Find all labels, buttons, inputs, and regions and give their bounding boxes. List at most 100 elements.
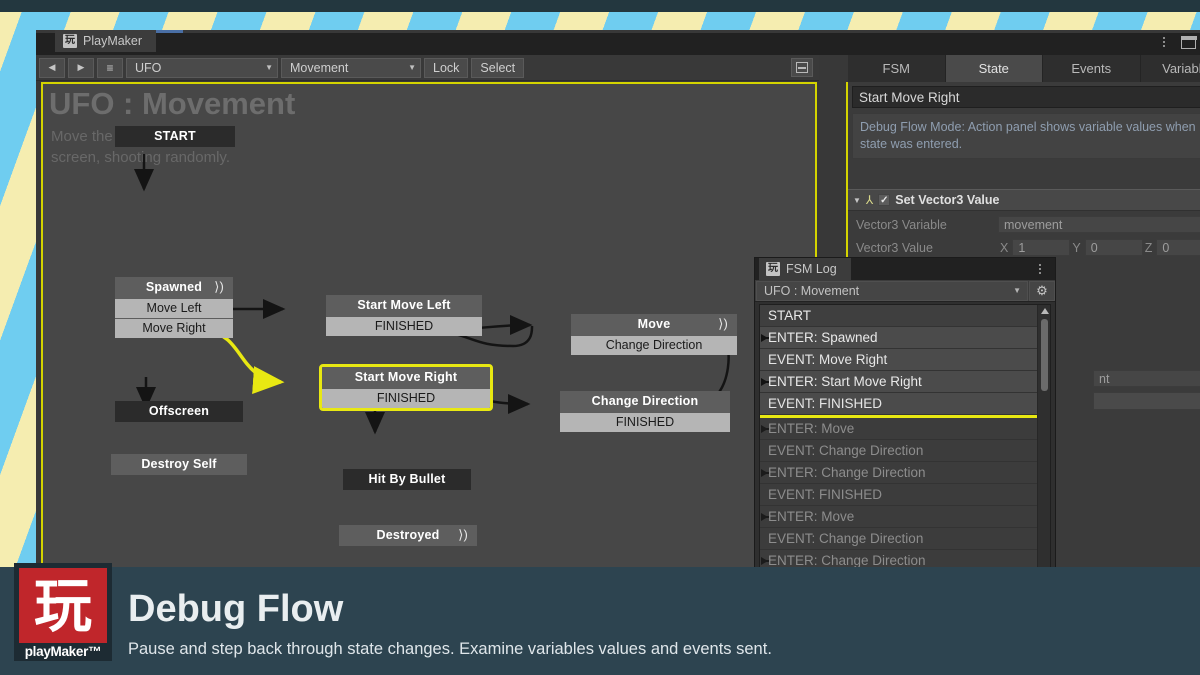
state-name-input[interactable]: Start Move Right (852, 86, 1200, 108)
node-spawned[interactable]: Spawned ⟩) Move Left Move Right (115, 277, 233, 338)
node-start-move-left-event-0[interactable]: FINISHED (326, 316, 482, 336)
playmaker-logo-icon: 玩 (63, 34, 77, 48)
node-start-title: START (115, 126, 235, 147)
page-title: UFO : Movement (49, 86, 296, 121)
fsm-selector-dropdown[interactable]: Movement ▼ (281, 57, 421, 78)
playmaker-logo: 玩 playMaker™ (14, 563, 112, 661)
log-entry-text: EVENT: Change Direction (768, 443, 924, 458)
node-start-move-right-event-0[interactable]: FINISHED (322, 388, 490, 408)
playmaker-wordmark: playMaker™ (24, 644, 102, 659)
fsm-log-window: 玩 FSM Log UFO : Movement ▼ ⚙ START ENTER… (755, 258, 1055, 575)
lock-button[interactable]: Lock (424, 57, 469, 78)
node-destroyed-label: Destroyed (376, 528, 440, 542)
nav-forward-button[interactable]: ▶ (68, 57, 94, 78)
gear-icon[interactable]: ⚙ (1029, 280, 1055, 301)
chevron-down-icon: ▼ (1013, 286, 1021, 295)
hamburger-menu-icon[interactable]: ≡ (97, 57, 123, 78)
vector3-y-field[interactable]: 0 (1084, 239, 1143, 256)
vector3-variable-field[interactable]: movement (998, 216, 1200, 233)
chevron-down-icon: ▼ (408, 63, 416, 72)
node-change-direction-title: Change Direction (560, 391, 730, 412)
log-entry-enter-move-2[interactable]: ENTER: Move (760, 506, 1050, 528)
editor-toolbar: ◀ ▶ ≡ UFO ▼ Movement ▼ Lock Select (36, 55, 819, 81)
fsm-graph-canvas[interactable]: UFO : Movement Move the UFO across the s… (41, 82, 817, 575)
log-entry-text: EVENT: Move Right (768, 352, 888, 367)
tab-playmaker[interactable]: 玩 PlayMaker (55, 30, 157, 52)
enter-arrow-icon (761, 513, 769, 521)
y-axis-label: Y (1072, 240, 1081, 255)
select-button[interactable]: Select (471, 57, 525, 78)
maximize-icon[interactable] (1180, 35, 1197, 49)
node-destroy-self[interactable]: Destroy Self (111, 454, 247, 475)
node-start-move-right-title: Start Move Right (322, 367, 490, 388)
node-hit-by-bullet[interactable]: Hit By Bullet (343, 469, 471, 490)
log-entry-enter-start-move-right[interactable]: ENTER: Start Move Right (760, 371, 1050, 393)
node-start-move-right[interactable]: Start Move Right FINISHED (319, 364, 493, 411)
node-start-move-left[interactable]: Start Move Left FINISHED (326, 295, 482, 336)
tab-playmaker-label: PlayMaker (83, 34, 143, 48)
vector3-x-field[interactable]: 1 (1012, 239, 1071, 256)
node-change-direction-event-0[interactable]: FINISHED (560, 412, 730, 432)
node-move[interactable]: Move ⟩) Change Direction (571, 314, 737, 355)
log-entry-text: ENTER: Change Direction (768, 465, 926, 480)
fsm-log-scrollbar[interactable] (1037, 305, 1050, 570)
minimap-icon[interactable] (791, 58, 813, 77)
node-start[interactable]: START (115, 126, 235, 147)
action-row-vector3-variable: Vector3 Variable movement (848, 213, 1200, 236)
node-spawned-event-0[interactable]: Move Left (115, 298, 233, 318)
inspector-tabs: FSM State Events Variables (848, 55, 1200, 82)
node-move-title: Move ⟩) (571, 314, 737, 335)
node-change-direction[interactable]: Change Direction FINISHED (560, 391, 730, 432)
chevron-down-icon[interactable]: ▼ (853, 196, 861, 205)
z-axis-label: Z (1144, 240, 1153, 255)
scroll-up-arrow-icon[interactable] (1041, 308, 1049, 314)
enter-arrow-icon (761, 557, 769, 565)
node-destroyed[interactable]: Destroyed ⟩) (339, 525, 477, 546)
log-entry-text: ENTER: Move (768, 421, 855, 436)
nav-back-button[interactable]: ◀ (39, 57, 65, 78)
object-selector-dropdown[interactable]: UFO ▼ (126, 57, 278, 78)
action-title: Set Vector3 Value (895, 193, 1000, 207)
enter-arrow-icon (761, 378, 769, 386)
action-enabled-checkbox[interactable]: ✓ (878, 194, 891, 206)
node-spawned-event-1[interactable]: Move Right (115, 318, 233, 338)
node-move-event-0[interactable]: Change Direction (571, 335, 737, 355)
node-offscreen-title: Offscreen (115, 401, 243, 422)
fsm-log-list[interactable]: START ENTER: Spawned EVENT: Move Right E… (759, 304, 1051, 571)
kebab-menu-icon[interactable] (1033, 261, 1047, 277)
fsm-log-fsm-dropdown[interactable]: UFO : Movement ▼ (756, 280, 1028, 301)
tab-events[interactable]: Events (1043, 55, 1141, 82)
tab-fsm[interactable]: FSM (848, 55, 946, 82)
kebab-menu-icon[interactable] (1156, 33, 1172, 51)
node-offscreen[interactable]: Offscreen (115, 401, 243, 422)
log-entry-event-finished-2[interactable]: EVENT: FINISHED (760, 484, 1050, 506)
log-entry-enter-spawned[interactable]: ENTER: Spawned (760, 327, 1050, 349)
log-entry-enter-change-direction-1[interactable]: ENTER: Change Direction (760, 462, 1050, 484)
log-entry-enter-move-1[interactable]: ENTER: Move (760, 418, 1050, 440)
log-entry-text: EVENT: FINISHED (768, 396, 883, 411)
tab-state[interactable]: State (945, 55, 1043, 82)
broadcast-icon: ⟩) (718, 316, 728, 331)
chevron-down-icon: ▼ (265, 63, 273, 72)
occluded-text-field[interactable]: nt (1093, 370, 1200, 387)
occluded-dropdown[interactable]: ▼ (1093, 392, 1200, 410)
scrollbar-thumb[interactable] (1041, 319, 1048, 391)
action-header-set-vector3-value[interactable]: ▼ ⅄ ✓ Set Vector3 Value ? (848, 189, 1200, 211)
debug-flow-note: Debug Flow Mode: Action panel shows vari… (852, 113, 1200, 159)
action-row-vector3-value: Vector3 Value X 1 Y 0 Z 0 (848, 236, 1200, 259)
log-entry-text: ENTER: Spawned (768, 330, 878, 345)
fsm-log-tabstrip: 玩 FSM Log (755, 258, 1055, 280)
enter-arrow-icon (761, 334, 769, 342)
log-entry-event-change-direction-2[interactable]: EVENT: Change Direction (760, 528, 1050, 550)
log-entry-event-change-direction-1[interactable]: EVENT: Change Direction (760, 440, 1050, 462)
log-entry-text: ENTER: Move (768, 509, 855, 524)
x-axis-label: X (1000, 240, 1009, 255)
log-entry-event-finished[interactable]: EVENT: FINISHED (760, 393, 1050, 415)
log-entry-start[interactable]: START (760, 305, 1050, 327)
tab-variables[interactable]: Variables (1140, 55, 1200, 82)
node-destroy-self-title: Destroy Self (111, 454, 247, 475)
vector3-z-field[interactable]: 0 (1156, 239, 1200, 256)
tab-fsm-log[interactable]: 玩 FSM Log (759, 258, 851, 280)
log-entry-event-move-right[interactable]: EVENT: Move Right (760, 349, 1050, 371)
log-entry-text: ENTER: Start Move Right (768, 374, 922, 389)
